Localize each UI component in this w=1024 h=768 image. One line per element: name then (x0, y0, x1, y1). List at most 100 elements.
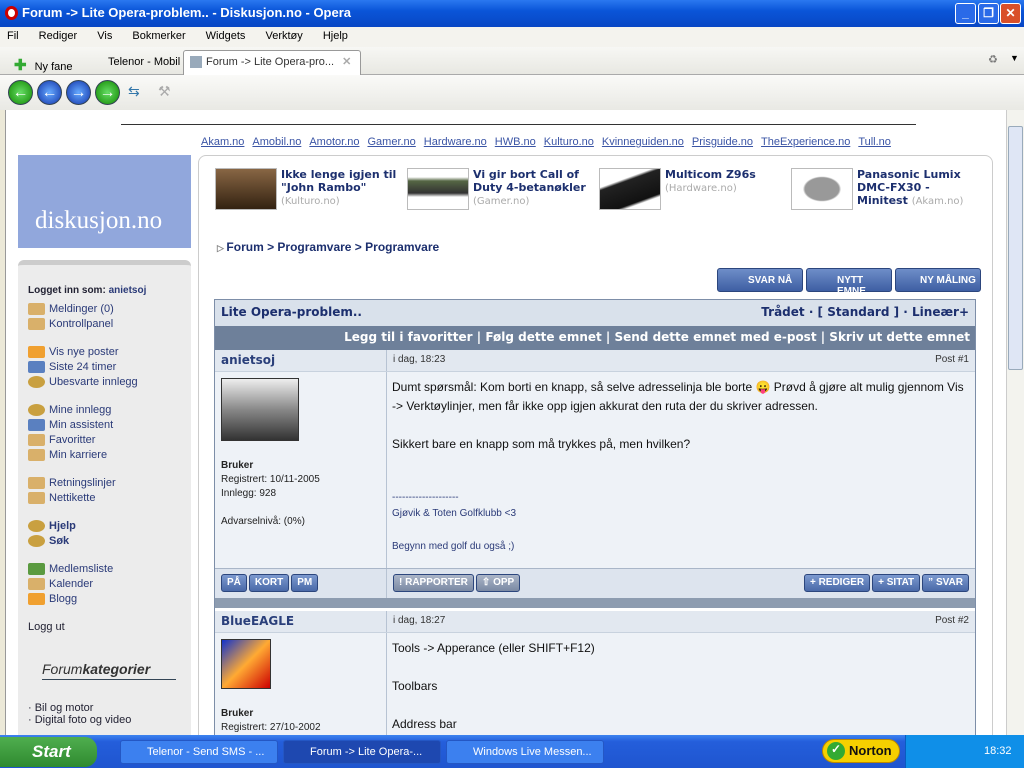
sidebar-item[interactable]: Hjelp (28, 518, 191, 533)
sidebar-item[interactable]: Ubesvarte innlegg (28, 374, 191, 389)
post-author[interactable]: anietsoj (215, 350, 387, 371)
link-tull[interactable]: Tull.no (858, 136, 891, 148)
sidebar-item[interactable]: Søk (28, 533, 191, 548)
sidebar-item[interactable]: Min karriere (28, 447, 191, 462)
link-hwb[interactable]: HWB.no (495, 136, 536, 148)
close-button[interactable]: ✕ (1000, 3, 1021, 24)
post-header: anietsoj i dag, 18:23 Post #1 (215, 350, 975, 372)
online-button[interactable]: PÅ (221, 574, 247, 592)
vertical-scrollbar[interactable] (1006, 110, 1024, 735)
sidebar-item[interactable]: Favoritter (28, 432, 191, 447)
post-text: Sikkert bare en knapp som må trykkes på,… (392, 437, 691, 451)
sidebar-item[interactable]: Retningslinjer (28, 475, 191, 490)
fast-forward-icon[interactable]: → (95, 80, 120, 105)
view-mode-links[interactable]: Trådet · [ Standard ] · Lineær+ (761, 305, 969, 321)
news-thumbnail (791, 168, 853, 210)
link-amotor[interactable]: Amotor.no (309, 136, 359, 148)
profile-card-button[interactable]: KORT (248, 574, 290, 592)
thread-actions[interactable]: Legg til i favoritter | Følg dette emnet… (215, 326, 975, 350)
sidebar-item[interactable]: Kalender (28, 576, 191, 591)
opera-logo-icon (5, 6, 18, 20)
sidebar-item[interactable]: Siste 24 timer (28, 359, 191, 374)
start-button[interactable]: Start (0, 737, 97, 767)
divider (121, 124, 916, 125)
sidebar-item[interactable]: Mine innlegg (28, 402, 191, 417)
quote-button[interactable]: + SITAT (872, 574, 921, 592)
report-button[interactable]: ! RAPPORTER (393, 574, 474, 592)
sidebar-item[interactable]: Nettikette (28, 490, 191, 505)
rewind-icon[interactable]: ← (8, 80, 33, 105)
sidebar-item[interactable]: Meldinger (0) (28, 301, 191, 316)
menu-vis[interactable]: Vis (97, 30, 112, 42)
link-theexperience[interactable]: TheExperience.no (761, 136, 850, 148)
sidebar-item[interactable]: Medlemsliste (28, 561, 191, 576)
clock: 18:32 (984, 745, 1012, 757)
reply-button[interactable]: ” SVAR (922, 574, 969, 592)
link-kulturo[interactable]: Kulturo.no (544, 136, 594, 148)
menu-rediger[interactable]: Rediger (39, 30, 78, 42)
link-kvinneguiden[interactable]: Kvinneguiden.no (602, 136, 684, 148)
link-gamer[interactable]: Gamer.no (367, 136, 415, 148)
post-text: Toolbars (392, 679, 438, 693)
pm-button[interactable]: PM (291, 574, 319, 592)
reply-now-button[interactable]: SVAR NÅ (717, 268, 803, 292)
norton-button[interactable]: ✓ Norton (822, 739, 900, 763)
username-link[interactable]: anietsoj (109, 285, 147, 296)
maximize-button[interactable]: ❐ (978, 3, 999, 24)
link-akam[interactable]: Akam.no (201, 136, 244, 148)
category-foto[interactable]: · Digital foto og video (28, 714, 191, 726)
news-item[interactable]: Vi gir bort Call of Duty 4-betanøkler (G… (407, 168, 598, 210)
thread-title: Lite Opera-problem.. (221, 305, 362, 319)
reload-icon[interactable]: ⇆ (128, 83, 140, 100)
new-tab-button[interactable]: ✚ Ny fane (8, 52, 79, 74)
post-author[interactable]: BlueEAGLE (215, 611, 387, 632)
folder-icon (28, 491, 45, 504)
news-thumbnail (599, 168, 661, 210)
envelope-icon (28, 345, 45, 358)
avatar (221, 378, 299, 441)
sidebar-item[interactable]: Blogg (28, 591, 191, 606)
back-icon[interactable]: ← (37, 80, 62, 105)
new-poll-button[interactable]: NY MÅLING (895, 268, 981, 292)
menu-fil[interactable]: Fil (7, 30, 19, 42)
tab-forum[interactable]: Forum -> Lite Opera-pro... ✕ (183, 50, 361, 75)
task-telenor[interactable]: Telenor - Send SMS - ... (120, 740, 278, 764)
minimize-button[interactable]: _ (955, 3, 976, 24)
sidebar-item[interactable]: Vis nye poster (28, 344, 191, 359)
post-text: Tools -> Apperance (eller SHIFT+F12) (392, 641, 595, 655)
scroll-thumb[interactable] (1008, 126, 1023, 370)
new-topic-button[interactable]: NYTT EMNE (806, 268, 892, 297)
menu-bokmerker[interactable]: Bokmerker (132, 30, 185, 42)
post-number[interactable]: Post #2 (935, 615, 969, 628)
menu-widgets[interactable]: Widgets (206, 30, 246, 42)
menu-hjelp[interactable]: Hjelp (323, 30, 348, 42)
wand-icon[interactable]: ⚒ (158, 83, 171, 100)
signature: Gjøvik & Toten Golfklubb <3 (392, 508, 517, 519)
tab-bar: ✚ Ny fane Telenor - Mobil Forum -> Lite O… (0, 47, 1024, 75)
category-bil[interactable]: · Bil og motor (28, 702, 191, 714)
link-hardware[interactable]: Hardware.no (424, 136, 487, 148)
sidebar-item[interactable]: Kontrollpanel (28, 316, 191, 331)
link-amobil[interactable]: Amobil.no (252, 136, 301, 148)
search-icon (28, 375, 45, 388)
menu-verktoy[interactable]: Verktøy (265, 30, 302, 42)
site-logo[interactable]: diskusjon.no (18, 155, 191, 248)
task-messenger[interactable]: Windows Live Messen... (446, 740, 604, 764)
news-item[interactable]: Panasonic Lumix DMC-FX30 - Minitest (Aka… (791, 168, 982, 210)
forward-icon[interactable]: → (66, 80, 91, 105)
up-button[interactable]: ⇧ OPP (475, 574, 521, 592)
breadcrumb[interactable]: ▷ Forum > Programvare > Programvare (217, 240, 439, 254)
task-forum[interactable]: Forum -> Lite Opera-... (283, 740, 441, 764)
tab-menu-icon[interactable]: ▼ (1010, 53, 1019, 63)
tab-telenor[interactable]: Telenor - Mobil (102, 52, 186, 74)
sidebar-item[interactable]: Min assistent (28, 417, 191, 432)
news-item[interactable]: Multicom Z96s (Hardware.no) (599, 168, 790, 210)
close-tab-icon[interactable]: ✕ (342, 56, 351, 68)
post-number[interactable]: Post #1 (935, 354, 969, 367)
post-time: i dag, 18:23 (393, 354, 446, 365)
trash-icon[interactable]: ♻ (988, 53, 998, 66)
edit-button[interactable]: + REDIGER (803, 574, 871, 592)
news-item[interactable]: Ikke lenge igjen til "John Rambo" (Kultu… (215, 168, 406, 210)
link-prisguide[interactable]: Prisguide.no (692, 136, 753, 148)
logout-link[interactable]: Logg ut (28, 621, 191, 633)
